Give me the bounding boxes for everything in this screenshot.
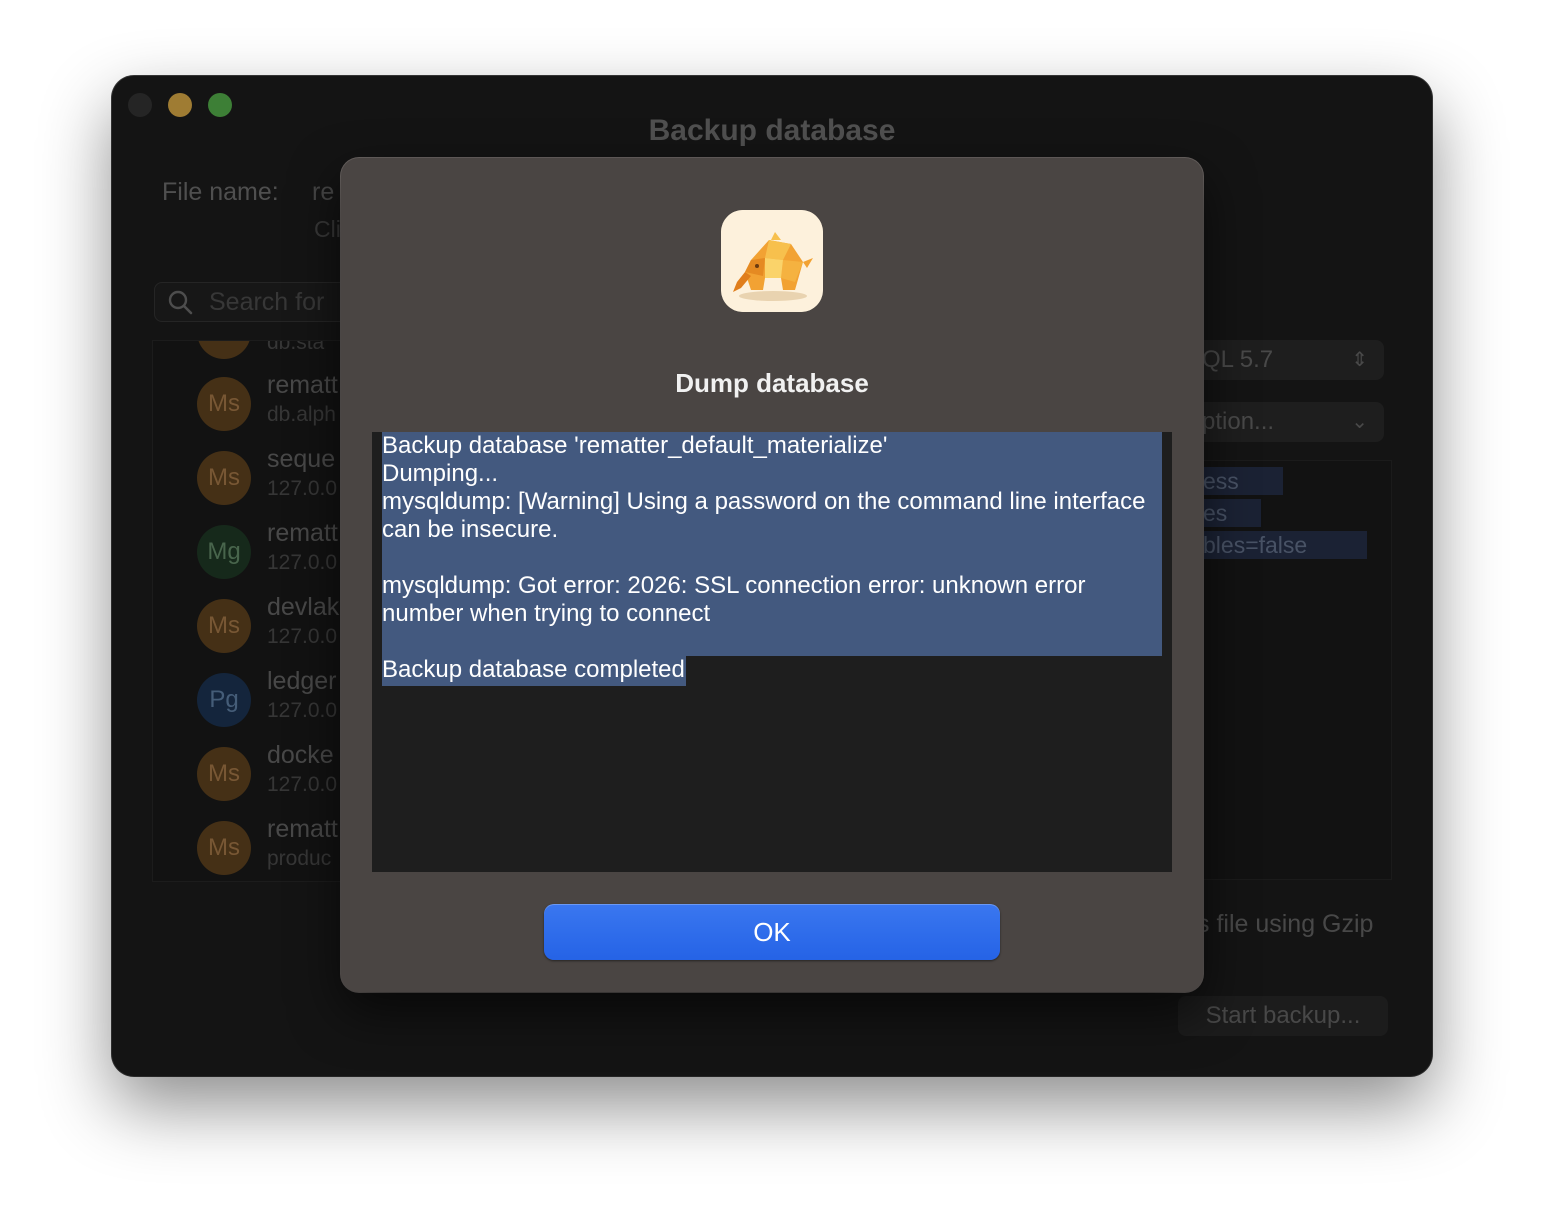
- dump-database-dialog: Dump database Backup database 'rematter_…: [341, 158, 1203, 992]
- dialog-title: Dump database: [675, 368, 869, 398]
- ok-button[interactable]: OK: [544, 904, 1000, 960]
- app-elephant-icon: [721, 210, 823, 312]
- log-output[interactable]: Backup database 'rematter_default_materi…: [372, 432, 1172, 872]
- log-text: Backup database 'rematter_default_materi…: [382, 432, 1146, 683]
